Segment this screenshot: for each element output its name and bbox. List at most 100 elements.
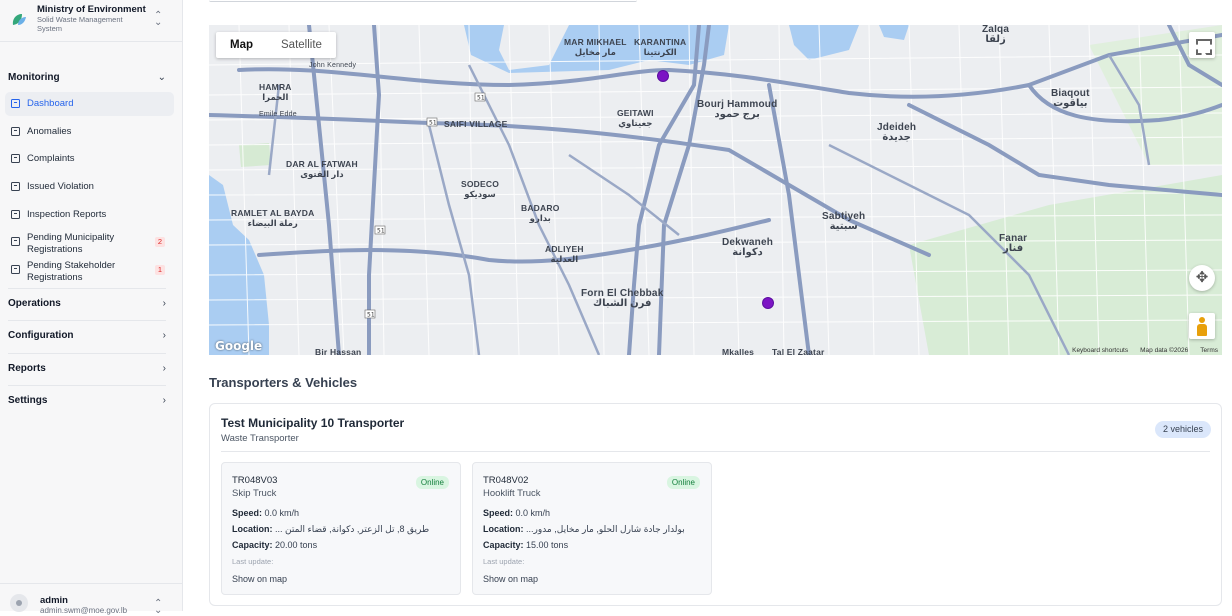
sidebar-item-label: Issued Violation: [27, 181, 94, 192]
keyboard-shortcuts-link[interactable]: Keyboard shortcuts: [1072, 347, 1128, 354]
map-roads: 51 51 51 51: [209, 25, 1222, 355]
registrations-icon: [11, 265, 20, 274]
place-label: Tal El Zaatar: [772, 347, 825, 355]
place-label: Biaqout بياقوت: [1051, 88, 1090, 109]
transporter-type: Waste Transporter: [221, 433, 299, 444]
avatar: [10, 594, 28, 612]
vehicle-capacity: Capacity: 20.00 tons: [232, 540, 318, 550]
place-label: SAIFI VILLAGE: [444, 119, 508, 129]
user-menu[interactable]: admin admin.swm@moe.gov.lb ⌃ ⌄: [0, 583, 183, 616]
vehicle-marker[interactable]: [657, 70, 669, 82]
sidebar-item-anomalies[interactable]: Anomalies: [5, 120, 174, 144]
svg-text:51: 51: [377, 228, 385, 235]
nav-section-label: Settings: [8, 395, 48, 406]
sidebar-item-pending-stakeholder[interactable]: Pending Stakeholder Registrations 1: [5, 258, 174, 283]
nav-section-operations[interactable]: Operations ›: [8, 295, 166, 313]
leaf-logo-icon: [12, 14, 26, 25]
sidebar-item-dashboard[interactable]: Dashboard: [5, 92, 174, 116]
fullscreen-icon[interactable]: [1189, 32, 1215, 58]
vehicle-card: TR048V02 Hooklift Truck Online Speed: 0.…: [472, 462, 712, 595]
map-data-text: Map data ©2026: [1140, 347, 1189, 354]
chevrons-up-down-icon[interactable]: ⌃ ⌄: [154, 599, 162, 616]
sidebar-item-pending-municipality[interactable]: Pending Municipality Registrations 2: [5, 230, 174, 255]
place-label: HAMRA الحمرا: [259, 82, 292, 102]
registrations-icon: [11, 237, 20, 246]
nav-section-label: Operations: [8, 298, 61, 309]
chevron-right-icon: ›: [162, 395, 166, 406]
dashboard-icon: [11, 99, 20, 108]
brand-subtitle: Solid Waste Management System: [37, 15, 123, 33]
vehicle-marker[interactable]: [762, 297, 774, 309]
nav-section-reports[interactable]: Reports ›: [8, 360, 166, 378]
sidebar-item-inspection-reports[interactable]: Inspection Reports: [5, 203, 174, 227]
chevron-right-icon: ›: [162, 330, 166, 341]
brand-header[interactable]: Ministry of Environment Solid Waste Mana…: [0, 0, 183, 42]
sidebar-item-label: Pending Municipality Registrations: [27, 232, 115, 255]
place-label: KARANTINA الكرنتينا: [634, 37, 687, 57]
sidebar-item-complaints[interactable]: Complaints: [5, 147, 174, 171]
place-label: Bourj Hammoud برج حمود: [697, 99, 778, 120]
place-label: Forn El Chebbak فرن الشباك: [581, 288, 664, 309]
place-label: Dekwaneh دكوانة: [722, 237, 774, 258]
divider: [8, 288, 166, 289]
sidebar-item-label: Pending Stakeholder Registrations: [27, 260, 116, 283]
place-label: SODECO سوديكو: [461, 179, 500, 199]
anomalies-icon: [11, 127, 20, 136]
section-title: Transporters & Vehicles: [209, 375, 358, 390]
chevron-right-icon: ›: [162, 363, 166, 374]
pegman-icon[interactable]: [1189, 313, 1215, 339]
sidebar-item-label: Dashboard: [27, 98, 74, 109]
show-on-map-link[interactable]: Show on map: [483, 574, 538, 584]
nav-section-monitoring[interactable]: Monitoring ⌄: [8, 69, 166, 87]
vehicle-speed: Speed: 0.0 km/h: [483, 508, 551, 518]
sidebar-item-issued-violation[interactable]: Issued Violation: [5, 175, 174, 199]
vehicle-capacity: Capacity: 15.00 tons: [483, 540, 569, 550]
sidebar-item-label: Complaints: [27, 153, 75, 164]
sidebar-item-label: Anomalies: [27, 126, 72, 137]
inspection-reports-icon: [11, 210, 20, 219]
top-card-edge: [209, 0, 637, 2]
vehicle-location: Location: بولدار جادة شارل الحلو, مار مخ…: [483, 524, 685, 534]
svg-text:51: 51: [367, 312, 375, 319]
brand-title: Ministry of Environment: [37, 4, 146, 15]
terms-link[interactable]: Terms: [1200, 347, 1218, 354]
place-label: Fanar فنار: [999, 233, 1028, 254]
chevron-down-icon: ⌄: [157, 72, 166, 83]
count-badge: 2: [155, 237, 165, 247]
transporter-name: Test Municipality 10 Transporter: [221, 416, 405, 430]
sidebar-item-label: Inspection Reports: [27, 209, 107, 220]
nav-section-label: Reports: [8, 363, 46, 374]
camera-control-icon[interactable]: [1189, 265, 1215, 291]
chevrons-up-down-icon[interactable]: ⌃ ⌄: [154, 11, 162, 28]
map-type-satellite-button[interactable]: Satellite: [267, 32, 336, 58]
vehicle-card: TR048V03 Skip Truck Online Speed: 0.0 km…: [221, 462, 461, 595]
nav-section-configuration[interactable]: Configuration ›: [8, 327, 166, 345]
vehicle-speed: Speed: 0.0 km/h: [232, 508, 300, 518]
map-footer: Keyboard shortcuts Map data ©2026 Terms: [1072, 347, 1218, 354]
divider: [8, 320, 166, 321]
show-on-map-link[interactable]: Show on map: [232, 574, 287, 584]
place-label: MAR MIKHAEL مار مخايل: [564, 37, 627, 57]
place-label: DAR AL FATWAH دار الفتوى: [286, 159, 358, 179]
place-label: Mkalles: [722, 347, 755, 355]
svg-text:51: 51: [477, 95, 485, 102]
map-type-control: Map Satellite: [216, 32, 336, 58]
place-label: Jdeideh جديدة: [877, 122, 917, 143]
chevron-right-icon: ›: [162, 298, 166, 309]
map-view[interactable]: 51 51 51 51 MAR MIKHAEL مار مخايل KARANTI…: [209, 25, 1222, 355]
google-logo: Google: [215, 339, 263, 353]
user-name: admin: [40, 595, 68, 606]
place-label: GEITAWI جعيتاوي: [617, 108, 654, 128]
vehicle-location: Location: طريق 8, تل الزعتر, دكوانة, قضا…: [232, 524, 430, 534]
place-label: BADARO بدارو: [521, 203, 560, 223]
place-label: John Kennedy: [309, 62, 357, 69]
nav-section-label: Configuration: [8, 330, 74, 341]
status-badge: Online: [666, 476, 700, 489]
sidebar: Ministry of Environment Solid Waste Mana…: [0, 0, 183, 616]
place-label: ADLIYEH العدلية: [545, 244, 584, 264]
map-type-map-button[interactable]: Map: [216, 32, 267, 58]
violation-icon: [11, 182, 20, 191]
nav-section-settings[interactable]: Settings ›: [8, 392, 166, 410]
svg-text:51: 51: [429, 120, 437, 127]
place-label: Zalqa زلقا: [982, 25, 1010, 45]
